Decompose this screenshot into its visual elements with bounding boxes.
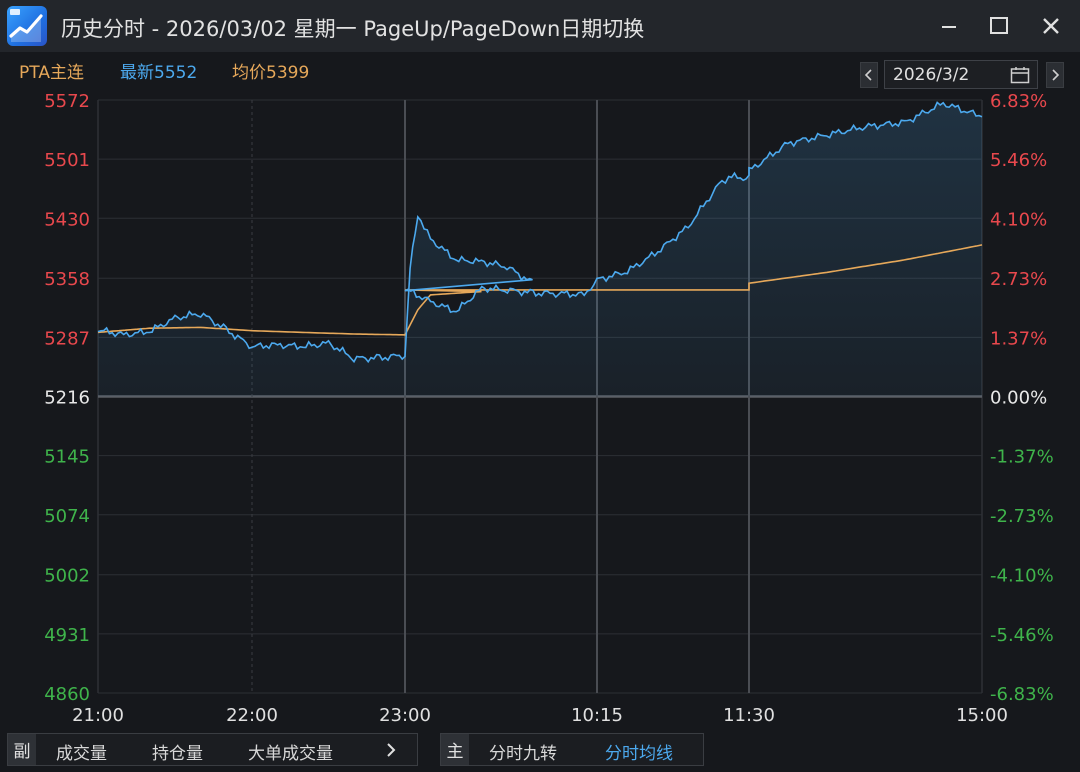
sub-chart-label: 副 [8,734,36,765]
sub-indicator-tabs: 副 成交量 持仓量 大单成交量 [7,733,418,766]
tab-large-order-volume[interactable]: 大单成交量 [248,739,333,764]
main-indicator-tabs: 主 分时九转 分时均线 [440,733,704,766]
main-chart-label: 主 [441,734,469,765]
title-bar: 历史分时 - 2026/03/02 星期一 PageUp/PageDown日期切… [0,0,1080,52]
price-area-fill [98,102,982,397]
calendar-icon[interactable] [1010,66,1030,84]
y-tick-left: 4931 [44,625,90,646]
more-tabs-button[interactable] [384,741,398,764]
chevron-left-icon [864,69,872,81]
y-axis-left-labels: 5572 5501 5430 5358 5287 5216 5145 5074 5002 4931… [44,91,90,705]
x-tick-label: 11:30 [723,705,775,726]
date-value: 2026/3/2 [893,65,970,85]
tab-intraday-nine-turns[interactable]: 分时九转 [489,739,557,764]
x-tick-label: 23:00 [379,705,431,726]
y-tick-right: -6.83% [990,684,1054,705]
y-tick-right: 1.37% [990,328,1047,349]
y-tick-left: 5216 [44,388,90,409]
maximize-button[interactable] [985,12,1013,40]
x-tick-label: 21:00 [72,705,124,726]
y-tick-right: -4.10% [990,566,1054,587]
next-date-button[interactable] [1046,62,1064,88]
y-tick-left: 5145 [44,447,90,468]
y-tick-left: 4860 [44,684,90,705]
y-tick-right: 6.83% [990,91,1047,112]
y-tick-right: 5.46% [990,150,1047,171]
tab-open-interest[interactable]: 持仓量 [152,739,203,764]
x-tick-label: 10:15 [571,705,623,726]
y-tick-right: -1.37% [990,447,1054,468]
app-chart-icon [7,6,47,46]
y-tick-right: 4.10% [990,209,1047,230]
chevron-right-icon [387,743,396,757]
y-tick-left: 5358 [44,269,90,290]
symbol-label: PTA主连 [19,63,84,83]
x-tick-label: 22:00 [226,705,278,726]
y-tick-left: 5002 [44,566,90,587]
intraday-chart[interactable]: 5572 5501 5430 5358 5287 5216 5145 5074 5002 4931… [0,90,1080,732]
date-picker[interactable]: 2026/3/2 [884,60,1038,89]
y-tick-right: -2.73% [990,506,1054,527]
maximize-icon [990,17,1008,34]
tab-intraday-average-line[interactable]: 分时均线 [605,739,673,764]
y-tick-right: 2.73% [990,269,1047,290]
close-icon [1043,18,1059,34]
chevron-right-icon [1052,69,1060,81]
y-tick-left: 5287 [44,328,90,349]
close-button[interactable] [1037,12,1065,40]
y-tick-left: 5074 [44,506,90,527]
tab-volume[interactable]: 成交量 [56,739,107,764]
window-title: 历史分时 - 2026/03/02 星期一 PageUp/PageDown日期切… [61,17,645,41]
latest-price: 最新5552 [120,63,198,83]
y-tick-left: 5501 [44,150,90,171]
y-tick-right: -5.46% [990,625,1054,646]
average-price: 均价5399 [232,63,310,83]
prev-date-button[interactable] [860,62,878,88]
y-tick-left: 5572 [44,91,90,112]
y-axis-right-labels: 6.83% 5.46% 4.10% 2.73% 1.37% 0.00% -1.37% -2.7… [990,91,1054,705]
minimize-button[interactable] [935,12,963,40]
minimize-icon [942,26,956,28]
x-axis-labels: 21:00 22:00 23:00 10:15 11:30 15:00 [72,705,1008,726]
y-tick-left: 5430 [44,209,90,230]
y-tick-right: 0.00% [990,388,1047,409]
x-tick-label: 15:00 [956,705,1008,726]
